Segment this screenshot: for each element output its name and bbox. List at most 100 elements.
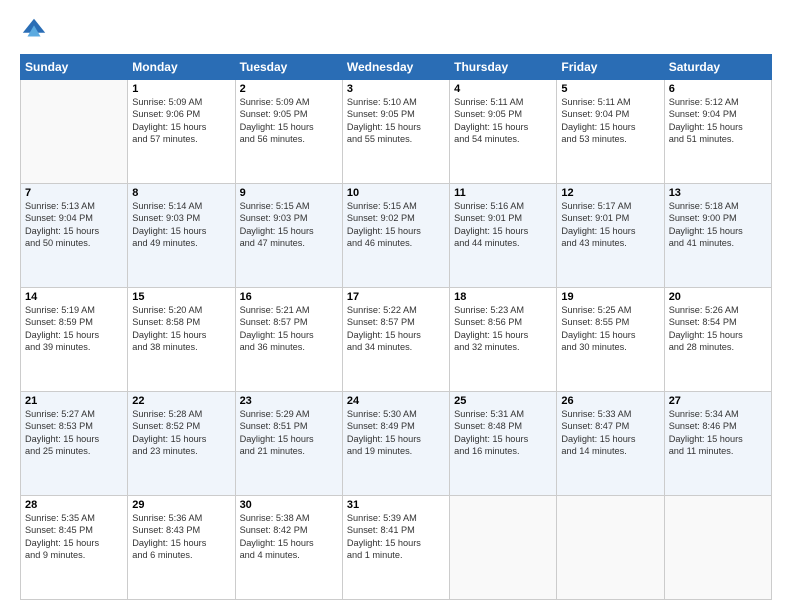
day-number: 30	[240, 499, 338, 511]
day-header-tuesday: Tuesday	[235, 55, 342, 80]
day-info: Sunrise: 5:20 AMSunset: 8:58 PMDaylight:…	[132, 304, 230, 354]
day-info: Sunrise: 5:38 AMSunset: 8:42 PMDaylight:…	[240, 512, 338, 562]
day-info: Sunrise: 5:30 AMSunset: 8:49 PMDaylight:…	[347, 408, 445, 458]
calendar-cell: 20Sunrise: 5:26 AMSunset: 8:54 PMDayligh…	[664, 288, 771, 392]
day-info: Sunrise: 5:18 AMSunset: 9:00 PMDaylight:…	[669, 200, 767, 250]
day-header-saturday: Saturday	[664, 55, 771, 80]
day-info: Sunrise: 5:14 AMSunset: 9:03 PMDaylight:…	[132, 200, 230, 250]
calendar-cell: 30Sunrise: 5:38 AMSunset: 8:42 PMDayligh…	[235, 496, 342, 600]
day-number: 24	[347, 395, 445, 407]
day-info: Sunrise: 5:26 AMSunset: 8:54 PMDaylight:…	[669, 304, 767, 354]
day-info: Sunrise: 5:09 AMSunset: 9:06 PMDaylight:…	[132, 96, 230, 146]
calendar-cell: 31Sunrise: 5:39 AMSunset: 8:41 PMDayligh…	[342, 496, 449, 600]
header	[20, 16, 772, 44]
calendar-cell: 24Sunrise: 5:30 AMSunset: 8:49 PMDayligh…	[342, 392, 449, 496]
day-info: Sunrise: 5:25 AMSunset: 8:55 PMDaylight:…	[561, 304, 659, 354]
day-info: Sunrise: 5:19 AMSunset: 8:59 PMDaylight:…	[25, 304, 123, 354]
calendar-cell: 18Sunrise: 5:23 AMSunset: 8:56 PMDayligh…	[450, 288, 557, 392]
day-number: 7	[25, 187, 123, 199]
calendar-cell: 9Sunrise: 5:15 AMSunset: 9:03 PMDaylight…	[235, 184, 342, 288]
day-number: 5	[561, 83, 659, 95]
day-number: 14	[25, 291, 123, 303]
day-number: 20	[669, 291, 767, 303]
calendar-cell: 16Sunrise: 5:21 AMSunset: 8:57 PMDayligh…	[235, 288, 342, 392]
day-info: Sunrise: 5:39 AMSunset: 8:41 PMDaylight:…	[347, 512, 445, 562]
logo	[20, 16, 52, 44]
day-number: 26	[561, 395, 659, 407]
day-info: Sunrise: 5:17 AMSunset: 9:01 PMDaylight:…	[561, 200, 659, 250]
day-number: 15	[132, 291, 230, 303]
day-info: Sunrise: 5:33 AMSunset: 8:47 PMDaylight:…	[561, 408, 659, 458]
calendar-cell: 17Sunrise: 5:22 AMSunset: 8:57 PMDayligh…	[342, 288, 449, 392]
day-number: 16	[240, 291, 338, 303]
calendar-cell: 29Sunrise: 5:36 AMSunset: 8:43 PMDayligh…	[128, 496, 235, 600]
day-info: Sunrise: 5:35 AMSunset: 8:45 PMDaylight:…	[25, 512, 123, 562]
day-info: Sunrise: 5:16 AMSunset: 9:01 PMDaylight:…	[454, 200, 552, 250]
day-number: 23	[240, 395, 338, 407]
day-number: 3	[347, 83, 445, 95]
calendar-cell: 23Sunrise: 5:29 AMSunset: 8:51 PMDayligh…	[235, 392, 342, 496]
day-number: 17	[347, 291, 445, 303]
day-number: 8	[132, 187, 230, 199]
day-header-monday: Monday	[128, 55, 235, 80]
calendar-cell: 14Sunrise: 5:19 AMSunset: 8:59 PMDayligh…	[21, 288, 128, 392]
day-number: 25	[454, 395, 552, 407]
day-header-friday: Friday	[557, 55, 664, 80]
calendar-cell: 1Sunrise: 5:09 AMSunset: 9:06 PMDaylight…	[128, 80, 235, 184]
calendar-cell: 13Sunrise: 5:18 AMSunset: 9:00 PMDayligh…	[664, 184, 771, 288]
day-number: 22	[132, 395, 230, 407]
calendar-cell: 6Sunrise: 5:12 AMSunset: 9:04 PMDaylight…	[664, 80, 771, 184]
day-number: 21	[25, 395, 123, 407]
day-number: 4	[454, 83, 552, 95]
calendar-cell: 11Sunrise: 5:16 AMSunset: 9:01 PMDayligh…	[450, 184, 557, 288]
day-number: 9	[240, 187, 338, 199]
day-info: Sunrise: 5:09 AMSunset: 9:05 PMDaylight:…	[240, 96, 338, 146]
calendar-cell	[21, 80, 128, 184]
calendar-cell: 25Sunrise: 5:31 AMSunset: 8:48 PMDayligh…	[450, 392, 557, 496]
day-number: 11	[454, 187, 552, 199]
calendar-cell	[450, 496, 557, 600]
day-header-thursday: Thursday	[450, 55, 557, 80]
day-header-sunday: Sunday	[21, 55, 128, 80]
day-number: 28	[25, 499, 123, 511]
day-info: Sunrise: 5:31 AMSunset: 8:48 PMDaylight:…	[454, 408, 552, 458]
day-info: Sunrise: 5:22 AMSunset: 8:57 PMDaylight:…	[347, 304, 445, 354]
day-number: 31	[347, 499, 445, 511]
day-number: 12	[561, 187, 659, 199]
calendar-cell: 10Sunrise: 5:15 AMSunset: 9:02 PMDayligh…	[342, 184, 449, 288]
day-info: Sunrise: 5:12 AMSunset: 9:04 PMDaylight:…	[669, 96, 767, 146]
day-number: 6	[669, 83, 767, 95]
calendar-cell	[557, 496, 664, 600]
calendar-cell: 2Sunrise: 5:09 AMSunset: 9:05 PMDaylight…	[235, 80, 342, 184]
day-info: Sunrise: 5:27 AMSunset: 8:53 PMDaylight:…	[25, 408, 123, 458]
calendar-cell: 21Sunrise: 5:27 AMSunset: 8:53 PMDayligh…	[21, 392, 128, 496]
calendar-cell: 8Sunrise: 5:14 AMSunset: 9:03 PMDaylight…	[128, 184, 235, 288]
day-number: 19	[561, 291, 659, 303]
calendar-cell	[664, 496, 771, 600]
day-info: Sunrise: 5:13 AMSunset: 9:04 PMDaylight:…	[25, 200, 123, 250]
day-info: Sunrise: 5:11 AMSunset: 9:04 PMDaylight:…	[561, 96, 659, 146]
calendar-cell: 28Sunrise: 5:35 AMSunset: 8:45 PMDayligh…	[21, 496, 128, 600]
calendar-cell: 19Sunrise: 5:25 AMSunset: 8:55 PMDayligh…	[557, 288, 664, 392]
day-number: 13	[669, 187, 767, 199]
day-info: Sunrise: 5:10 AMSunset: 9:05 PMDaylight:…	[347, 96, 445, 146]
calendar-cell: 5Sunrise: 5:11 AMSunset: 9:04 PMDaylight…	[557, 80, 664, 184]
day-number: 10	[347, 187, 445, 199]
logo-icon	[20, 16, 48, 44]
day-info: Sunrise: 5:36 AMSunset: 8:43 PMDaylight:…	[132, 512, 230, 562]
day-number: 18	[454, 291, 552, 303]
calendar-cell: 12Sunrise: 5:17 AMSunset: 9:01 PMDayligh…	[557, 184, 664, 288]
day-number: 27	[669, 395, 767, 407]
calendar-cell: 22Sunrise: 5:28 AMSunset: 8:52 PMDayligh…	[128, 392, 235, 496]
day-info: Sunrise: 5:15 AMSunset: 9:02 PMDaylight:…	[347, 200, 445, 250]
day-header-wednesday: Wednesday	[342, 55, 449, 80]
calendar-cell: 4Sunrise: 5:11 AMSunset: 9:05 PMDaylight…	[450, 80, 557, 184]
day-info: Sunrise: 5:29 AMSunset: 8:51 PMDaylight:…	[240, 408, 338, 458]
day-number: 2	[240, 83, 338, 95]
day-info: Sunrise: 5:28 AMSunset: 8:52 PMDaylight:…	[132, 408, 230, 458]
day-number: 1	[132, 83, 230, 95]
calendar-cell: 26Sunrise: 5:33 AMSunset: 8:47 PMDayligh…	[557, 392, 664, 496]
calendar-table: SundayMondayTuesdayWednesdayThursdayFrid…	[20, 54, 772, 600]
calendar-cell: 3Sunrise: 5:10 AMSunset: 9:05 PMDaylight…	[342, 80, 449, 184]
calendar-cell: 27Sunrise: 5:34 AMSunset: 8:46 PMDayligh…	[664, 392, 771, 496]
